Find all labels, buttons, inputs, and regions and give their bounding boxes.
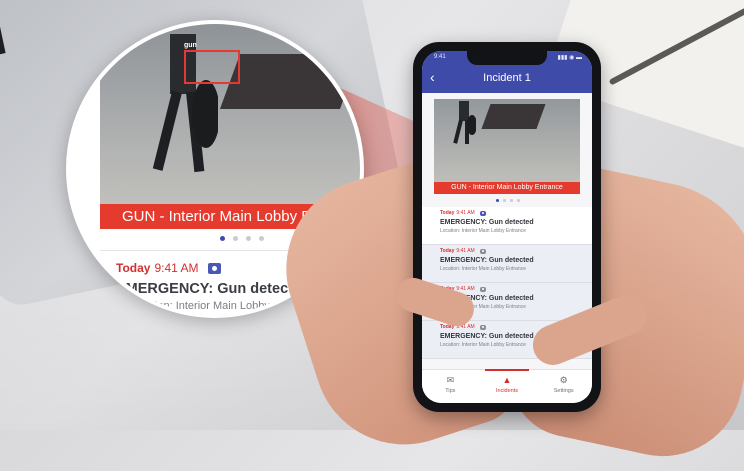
alert-time: 9:41 AM bbox=[456, 248, 475, 254]
carousel-dot[interactable] bbox=[259, 236, 264, 241]
alert-day: Today bbox=[440, 210, 455, 216]
carousel-dot[interactable] bbox=[510, 199, 513, 202]
tab-label: Settings bbox=[553, 388, 574, 394]
tab-label: Incidents bbox=[496, 388, 519, 394]
alert-location: Location: Interior Main Lobby Entrance bbox=[128, 300, 317, 312]
alert-meta: Today 9:41 AM bbox=[440, 210, 592, 216]
detection-label: gun bbox=[184, 42, 197, 49]
alert-title: EMERGENCY: Gun detected bbox=[440, 257, 534, 264]
alert-meta: Today 9:41 AM bbox=[116, 261, 222, 275]
camera-icon[interactable] bbox=[479, 248, 486, 254]
tips-icon: ✉ bbox=[446, 375, 455, 385]
phone-notch bbox=[467, 51, 547, 65]
carousel-dot[interactable] bbox=[220, 236, 225, 241]
camera-icon[interactable] bbox=[479, 210, 486, 216]
person-figure bbox=[453, 101, 476, 144]
alert-time: 9:41 AM bbox=[154, 261, 199, 275]
carousel-dot[interactable] bbox=[517, 199, 520, 202]
tab-tips[interactable]: ✉ Tips bbox=[422, 370, 479, 403]
tab-incidents[interactable]: ▲ Incidents bbox=[479, 369, 536, 403]
alert-meta: Today 9:41 AM bbox=[440, 286, 592, 292]
alert-location: Location: Interior Main Lobby Entrance bbox=[440, 266, 526, 272]
carousel-dot[interactable] bbox=[503, 199, 506, 202]
bottom-tab-bar: ✉ Tips ▲ Incidents ⚙ Settings bbox=[422, 369, 592, 403]
tab-label: Tips bbox=[445, 388, 456, 394]
bell-icon: ▲ bbox=[502, 375, 512, 385]
alert-time: 9:41 AM bbox=[456, 210, 475, 216]
carousel-dot[interactable] bbox=[246, 236, 251, 241]
carousel-dots bbox=[496, 199, 520, 202]
camera-icon[interactable] bbox=[479, 286, 486, 292]
list-item[interactable]: Today 9:41 AM EMERGENCY: Gun detected Lo… bbox=[422, 207, 592, 245]
carousel-dot[interactable] bbox=[233, 236, 238, 241]
lobby-rug bbox=[219, 54, 360, 109]
keyboard bbox=[0, 0, 6, 66]
gear-icon: ⚙ bbox=[559, 375, 568, 385]
lobby-rug bbox=[481, 104, 546, 129]
detection-box[interactable] bbox=[184, 50, 240, 84]
alert-day: Today bbox=[116, 261, 151, 275]
list-item[interactable]: Today 9:41 AM EMERGENCY: Gun detected Lo… bbox=[422, 245, 592, 283]
alert-meta: Today 9:41 AM bbox=[440, 248, 592, 254]
status-icons: ▮▮▮ ◉ ▬ bbox=[557, 55, 582, 61]
camera-snapshot[interactable] bbox=[434, 99, 580, 194]
status-time: 9:41 bbox=[434, 54, 446, 60]
page-title: Incident 1 bbox=[483, 72, 531, 84]
tab-settings[interactable]: ⚙ Settings bbox=[535, 370, 592, 403]
alert-location: Location: Interior Main Lobby Entrance bbox=[440, 228, 526, 234]
camera-icon[interactable] bbox=[479, 324, 486, 330]
alert-title: EMERGENCY: Gun detected bbox=[440, 219, 534, 226]
camera-icon[interactable] bbox=[208, 262, 222, 274]
alert-day: Today bbox=[440, 248, 455, 254]
carousel-dot[interactable] bbox=[496, 199, 499, 202]
alert-title: EMERGENCY: Gun detected bbox=[116, 281, 310, 297]
detection-banner: GUN - Interior Main Lobby Entrance bbox=[434, 182, 580, 194]
carousel-dots bbox=[220, 236, 264, 241]
